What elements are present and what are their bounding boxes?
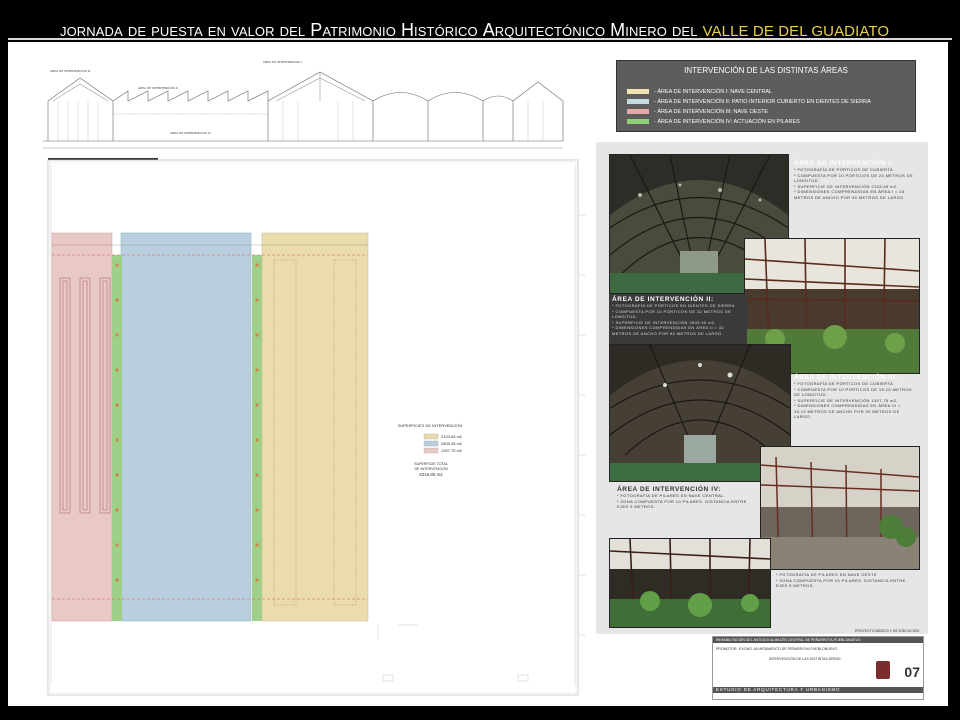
- zone-nave-central: [261, 232, 369, 622]
- title-word: EN: [207, 24, 227, 39]
- legend-label: - ÁREA DE INTERVENCIÓN II: PATIO INTERIO…: [654, 98, 871, 105]
- legend-label: - ÁREA DE INTERVENCIÓN IV: ACTUACIÓN EN …: [654, 118, 800, 125]
- legend-label: - ÁREA DE INTERVENCIÓN III: NAVE OESTE: [654, 108, 769, 115]
- surface-value: 1307.75 m2: [441, 448, 463, 453]
- section-label-area-1: ÁREA DE INTERVENCIÓN I: [263, 60, 302, 64]
- photo-area-4-oeste: [760, 446, 920, 570]
- title-word: DE: [127, 24, 147, 39]
- floor-plan: SUPERFICIES DE INTERVENCIÓN 2103.65 m2 2…: [47, 159, 586, 696]
- sheet-number: 07: [904, 664, 920, 680]
- legend-item: - ÁREA DE INTERVENCIÓN I: NAVE CENTRAL: [627, 88, 772, 95]
- header: JORNADA DE PUESTA EN VALOR DEL PATRIMONIO HISTÓ…: [0, 0, 960, 40]
- zone-patio: [120, 232, 252, 622]
- surface-swatch: [423, 440, 439, 447]
- title-block-promoter-label: PROMOTOR: [716, 647, 737, 651]
- legend-swatch: [627, 99, 649, 104]
- legend-swatch: [627, 109, 649, 114]
- caption-title: ÁREA DE INTERVENCIÓN III:: [794, 374, 899, 381]
- title-block: PROYECTO BÁSICO Y DE EJECUCIÓN REHABILIT…: [712, 629, 924, 700]
- surface-value: 2103.65 m2: [441, 434, 463, 439]
- drawing-sheet: ÁREA DE INTERVENCIÓN III ÁREA DE INTERVE…: [8, 42, 948, 706]
- caption-line: * DIMENSIONES COMPRENDIDAS EN ÁREA III =…: [794, 403, 901, 419]
- caption-title: ÁREA DE INTERVENCIÓN I:: [794, 160, 894, 167]
- legend-title: INTERVENCIÓN DE LAS DISTINTAS ÁREAS: [684, 66, 848, 75]
- caption-line: * ZONA COMPUESTA POR 10 PILARES. DISTANC…: [617, 498, 747, 510]
- legend-panel: INTERVENCIÓN DE LAS DISTINTAS ÁREAS - ÁR…: [616, 60, 916, 132]
- legend-item: - ÁREA DE INTERVENCIÓN II: PATIO INTERIO…: [627, 98, 871, 105]
- title-block-phase: PROYECTO BÁSICO Y DE EJECUCIÓN: [855, 629, 919, 633]
- title-block-project: REHABILITACIÓN DEL ANTIGUO ALMACÉN CENTR…: [713, 637, 923, 643]
- title-word: JORNADA: [60, 24, 123, 39]
- caption-title: ÁREA DE INTERVENCIÓN II:: [612, 296, 714, 303]
- title-word: DEL: [279, 24, 306, 39]
- caption-line: * DIMENSIONES COMPRENDIDAS EN ÁREA II = …: [612, 325, 725, 336]
- section-label-area-2: ÁREA DE INTERVENCIÓN II: [138, 86, 178, 90]
- title-block-sheet-title: INTERVENCIÓN DE LAS DISTINTAS ÁREAS: [769, 657, 841, 661]
- title-block-studio: ESTUDIO DE ARQUITECTURA Y URBANISMO: [713, 687, 923, 693]
- caption-line: * ZONA COMPUESTA POR 10 PILARES. DISTANC…: [776, 577, 906, 589]
- caption-area-4-oeste: * FOTOGRAFÍA DE PILARES EN NAVE OESTE * …: [776, 572, 916, 589]
- caption-line: * FOTOGRAFÍA DE PÓRTICOS EN DIENTES DE S…: [612, 303, 735, 308]
- caption-line: * COMPUESTA POR 10 PÓRTICOS DE 32 METROS…: [612, 308, 732, 320]
- surface-swatch: [423, 447, 439, 454]
- header-rule: [8, 38, 952, 40]
- surface-swatch: [423, 433, 439, 440]
- surface-total-value: 6216.85 m2: [419, 472, 443, 477]
- caption-line: * COMPUESTA POR 10 PÓRTICOS DE 24 METROS…: [794, 172, 914, 184]
- caption-line: * DIMENSIONES COMPRENDIDAS EN ÁREA I = 2…: [794, 189, 906, 200]
- surface-total-label: DE INTERVENCIÓN: [414, 466, 447, 471]
- caption-area-1: ÁREA DE INTERVENCIÓN I: * FOTOGRAFÍA DE …: [794, 160, 914, 200]
- building-section: [43, 71, 564, 160]
- caption-area-2: ÁREA DE INTERVENCIÓN II: * FOTOGRAFÍA DE…: [609, 294, 747, 348]
- legend-item: - ÁREA DE INTERVENCIÓN III: NAVE OESTE: [627, 108, 768, 115]
- legend-label: - ÁREA DE INTERVENCIÓN I: NAVE CENTRAL: [654, 88, 773, 95]
- surface-value: 2805.45 m2: [441, 441, 463, 446]
- caption-title: ÁREA DE INTERVENCIÓN IV:: [617, 486, 721, 493]
- surfaces-title: SUPERFICIES DE INTERVENCIÓN: [398, 423, 463, 428]
- title-block-promoter: EXCMO. AYUNTAMIENTO DE PEÑARROYA-PUEBLON…: [739, 647, 838, 651]
- zone-pilares-right: [252, 255, 262, 621]
- title-word: PUESTA: [151, 24, 203, 39]
- surface-total-label: SUPERFICIE TOTAL: [414, 462, 448, 466]
- photo-area-4-central: [609, 538, 771, 628]
- municipal-seal-icon: [876, 661, 890, 679]
- section-label-area-4: ÁREA DE INTERVENCIÓN IV: [170, 131, 211, 135]
- legend-swatch: [627, 89, 649, 94]
- legend-swatch: [627, 119, 649, 124]
- caption-line: * COMPUESTA POR 10 PÓRTICOS DE 15.15 MET…: [794, 386, 912, 398]
- caption-area-4: ÁREA DE INTERVENCIÓN IV: * FOTOGRAFÍA DE…: [617, 486, 757, 510]
- title-word: VALOR: [231, 24, 275, 39]
- caption-area-3: ÁREA DE INTERVENCIÓN III: * FOTOGRAFÍA D…: [794, 374, 914, 420]
- section-label-area-3: ÁREA DE INTERVENCIÓN III: [50, 69, 91, 73]
- legend-item: - ÁREA DE INTERVENCIÓN IV: ACTUACIÓN EN …: [627, 118, 800, 125]
- title-word: DEL: [671, 24, 698, 39]
- zone-pilares-left: [112, 255, 122, 621]
- grid-ticks: [377, 214, 586, 682]
